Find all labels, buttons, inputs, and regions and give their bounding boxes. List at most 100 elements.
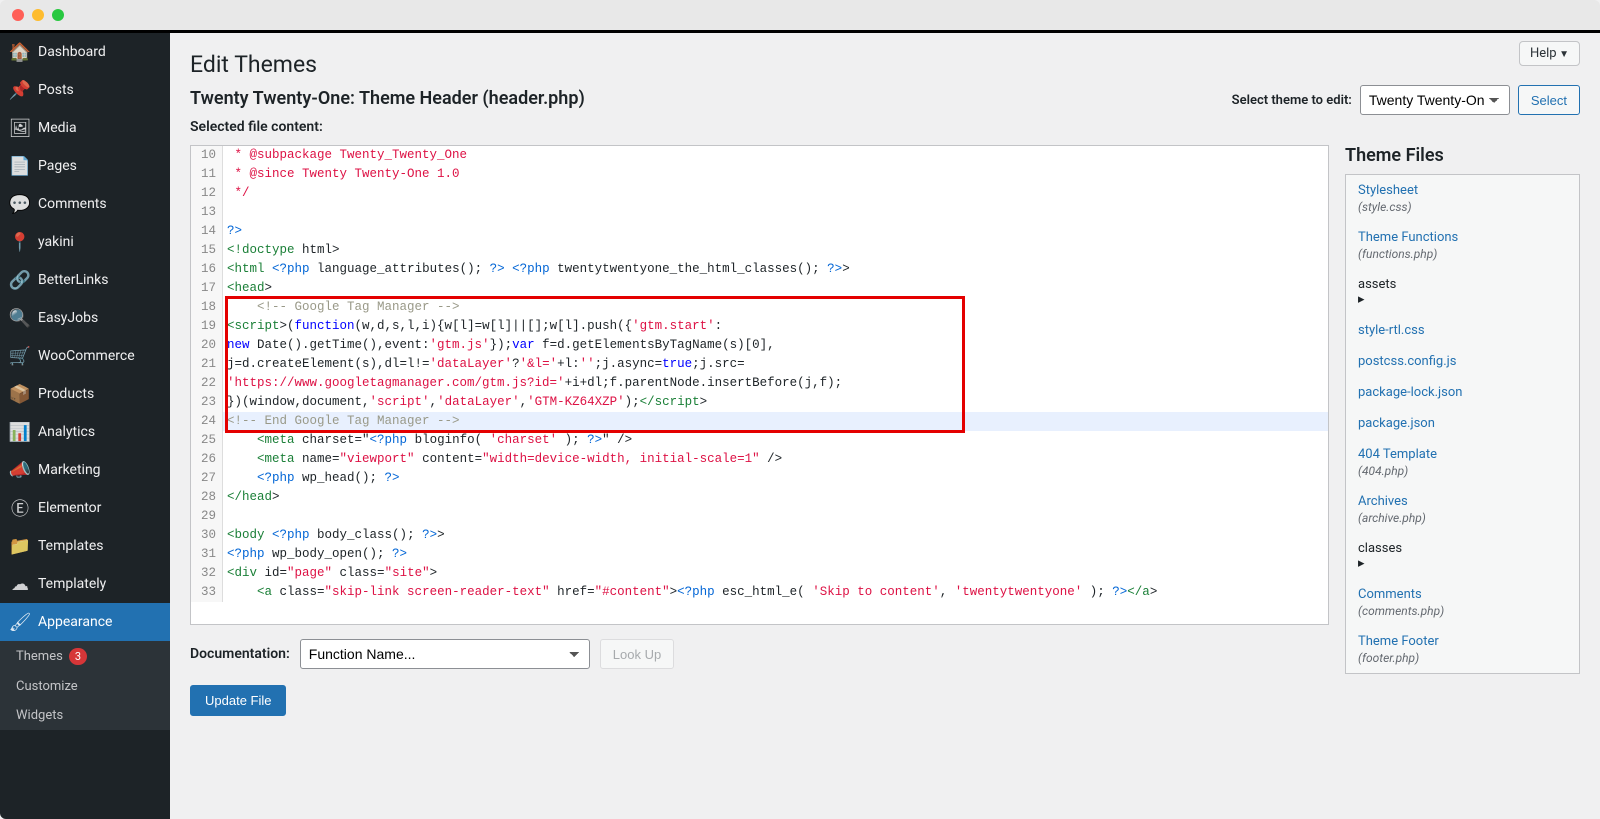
code-line[interactable]: 29 [191,507,1328,526]
lookup-button[interactable]: Look Up [600,639,674,669]
code-line[interactable]: 30<body <?php body_class(); ?>> [191,526,1328,545]
marketing-icon: 📣 [10,460,30,480]
code-text: })(window,document,'script','dataLayer',… [223,393,1328,412]
code-line[interactable]: 18 <!-- Google Tag Manager --> [191,298,1328,317]
sidebar-item-appearance[interactable]: 🖌Appearance [0,603,170,641]
code-line[interactable]: 31<?php wp_body_open(); ?> [191,545,1328,564]
sidebar-item-elementor[interactable]: Ⓔ Elementor [0,489,170,527]
code-line[interactable]: 21j=d.createElement(s),dl=l!='dataLayer'… [191,355,1328,374]
line-number: 13 [191,203,223,222]
update-file-button[interactable]: Update File [190,685,286,716]
code-line[interactable]: 25 <meta charset="<?php bloginfo( 'chars… [191,431,1328,450]
sidebar-item-templately[interactable]: ☁Templately [0,565,170,603]
elementor-icon: Ⓔ [10,498,30,518]
sidebar-item-analytics[interactable]: 📊 Analytics [0,413,170,451]
code-line[interactable]: 32<div id="page" class="site"> [191,564,1328,583]
sidebar-item-woocommerce[interactable]: 🛒WooCommerce [0,337,170,375]
code-line[interactable]: 22'https://www.googletagmanager.com/gtm.… [191,374,1328,393]
theme-file-item[interactable]: postcss.config.js [1346,346,1579,377]
posts-icon: 📌 [10,80,30,100]
function-name-select[interactable]: Function Name... [300,639,590,669]
code-line[interactable]: 26 <meta name="viewport" content="width=… [191,450,1328,469]
appearance-icon: 🖌 [10,612,30,632]
theme-file-item[interactable]: package-lock.json [1346,377,1579,408]
code-line[interactable]: 12 */ [191,184,1328,203]
code-line[interactable]: 16<html <?php language_attributes(); ?> … [191,260,1328,279]
theme-file-subtext: (404.php) [1358,464,1567,478]
sidebar-item-yakini[interactable]: 📍yakini [0,223,170,261]
sidebar-item-easyjobs[interactable]: 🔍EasyJobs [0,299,170,337]
theme-file-label: postcss.config.js [1358,354,1567,369]
sidebar-item-label: Elementor [38,500,101,516]
sidebar-item-comments[interactable]: 💬Comments [0,185,170,223]
sidebar-item-dashboard[interactable]: 🏠Dashboard [0,33,170,71]
code-text: <div id="page" class="site"> [223,564,1328,583]
theme-file-item[interactable]: package.json [1346,408,1579,439]
maximize-icon[interactable] [52,9,64,21]
code-text: <meta charset="<?php bloginfo( 'charset'… [223,431,1328,450]
line-number: 12 [191,184,223,203]
sidebar-item-label: Comments [38,196,107,212]
sidebar-item-posts[interactable]: 📌Posts [0,71,170,109]
appearance-submenu: Themes3CustomizeWidgets [0,641,170,730]
sidebar-item-marketing[interactable]: 📣Marketing [0,451,170,489]
line-number: 27 [191,469,223,488]
sidebar-item-templates[interactable]: 📁Templates [0,527,170,565]
code-line[interactable]: 14?> [191,222,1328,241]
analytics-icon: 📊 [10,422,30,442]
sidebar-item-label: Analytics [38,424,95,440]
theme-files-panel: Stylesheet(style.css)Theme Functions(fun… [1345,174,1580,674]
close-icon[interactable] [12,9,24,21]
code-line[interactable]: 19<script>(function(w,d,s,l,i){w[l]=w[l]… [191,317,1328,336]
sidebar-item-media[interactable]: 🖼Media [0,109,170,147]
theme-file-item[interactable]: assets [1346,269,1579,315]
submenu-item-customize[interactable]: Customize [0,672,170,701]
help-tab[interactable]: Help [1519,41,1580,66]
line-number: 16 [191,260,223,279]
submenu-item-themes[interactable]: Themes3 [0,641,170,672]
code-text: <body <?php body_class(); ?>> [223,526,1328,545]
code-text: <!-- End Google Tag Manager --> [223,412,1328,431]
sidebar-item-label: Templately [38,576,106,592]
code-line[interactable]: 24<!-- End Google Tag Manager --> [191,412,1328,431]
theme-file-item[interactable]: Comments(comments.php) [1346,579,1579,626]
code-line[interactable]: 13 [191,203,1328,222]
theme-select[interactable]: Twenty Twenty-One [1360,85,1510,115]
code-text [223,203,1328,222]
sidebar-item-pages[interactable]: 📄Pages [0,147,170,185]
code-line[interactable]: 27 <?php wp_head(); ?> [191,469,1328,488]
sidebar-item-label: BetterLinks [38,272,108,288]
theme-file-item[interactable]: Theme Header(header.php) [1346,673,1579,674]
theme-file-item[interactable]: 404 Template (404.php) [1346,439,1579,486]
code-line[interactable]: 20new Date().getTime(),event:'gtm.js'});… [191,336,1328,355]
theme-file-item[interactable]: Theme Functions(functions.php) [1346,222,1579,269]
theme-file-item[interactable]: Stylesheet(style.css) [1346,175,1579,222]
theme-file-item[interactable]: style-rtl.css [1346,315,1579,346]
code-line[interactable]: 11 * @since Twenty Twenty-One 1.0 [191,165,1328,184]
code-line[interactable]: 23})(window,document,'script','dataLayer… [191,393,1328,412]
sidebar-item-betterlinks[interactable]: 🔗BetterLinks [0,261,170,299]
traffic-lights [12,9,64,21]
select-theme-button[interactable]: Select [1518,85,1580,115]
line-number: 21 [191,355,223,374]
sidebar-item-label: Dashboard [38,44,106,60]
theme-file-label: package.json [1358,416,1567,431]
theme-file-item[interactable]: classes [1346,533,1579,579]
code-editor[interactable]: 10 * @subpackage Twenty_Twenty_One11 * @… [190,145,1329,625]
sidebar-item-products[interactable]: 📦Products [0,375,170,413]
theme-file-label: 404 Template [1358,447,1567,462]
theme-file-item[interactable]: Archives(archive.php) [1346,486,1579,533]
theme-file-subtext: (functions.php) [1358,247,1567,261]
code-line[interactable]: 17<head> [191,279,1328,298]
code-text: */ [223,184,1328,203]
code-line[interactable]: 33 <a class="skip-link screen-reader-tex… [191,583,1328,602]
code-line[interactable]: 28</head> [191,488,1328,507]
code-line[interactable]: 15<!doctype html> [191,241,1328,260]
select-theme-label: Select theme to edit: [1232,93,1352,108]
line-number: 30 [191,526,223,545]
minimize-icon[interactable] [32,9,44,21]
submenu-item-widgets[interactable]: Widgets [0,701,170,730]
theme-file-item[interactable]: Theme Footer(footer.php) [1346,626,1579,673]
code-line[interactable]: 10 * @subpackage Twenty_Twenty_One [191,146,1328,165]
theme-file-subtext: (comments.php) [1358,604,1567,618]
